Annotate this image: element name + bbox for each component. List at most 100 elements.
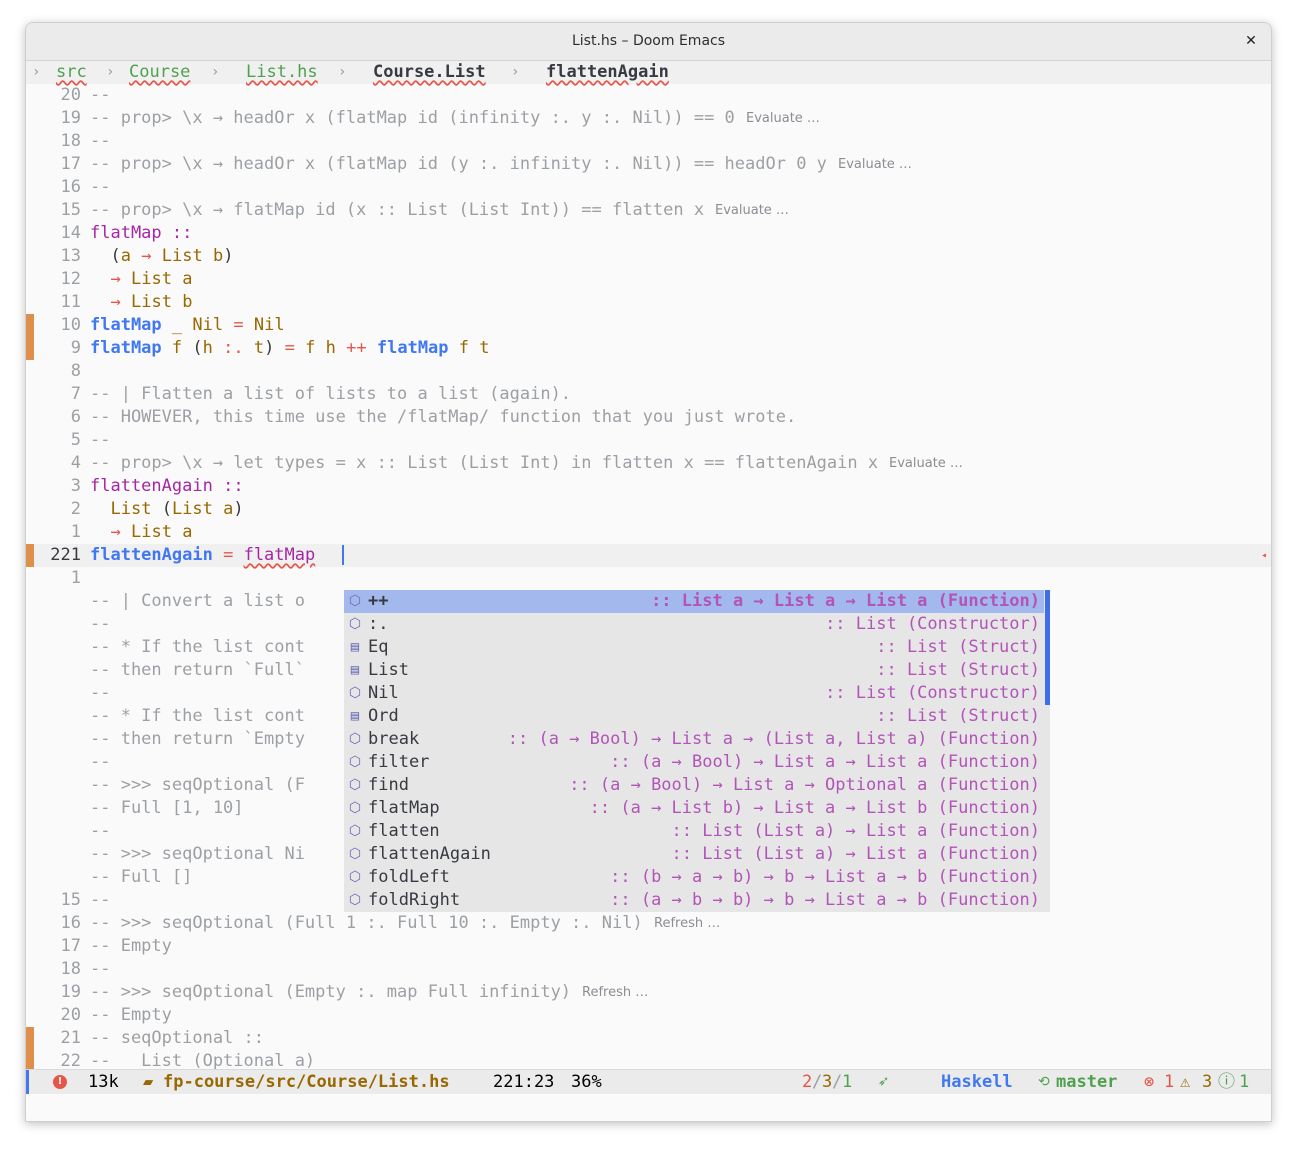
code-text[interactable]: (a → List b)	[90, 245, 233, 268]
code-text[interactable]: flatMap _ Nil = Nil	[90, 314, 285, 337]
code-line[interactable]: 19 -- >>> seqOptional (Empty :. map Full …	[26, 981, 1271, 1004]
code-text[interactable]: → List b	[90, 291, 192, 314]
completion-item[interactable]: ▤ List:: List (Struct)	[344, 659, 1044, 682]
current-line[interactable]: 221 flattenAgain = flatMap ◂	[26, 544, 1271, 567]
code-line[interactable]: 18 --	[26, 130, 1271, 153]
code-line[interactable]: 3 flattenAgain ::	[26, 475, 1271, 498]
code-text[interactable]: -- | Flatten a list of lists to a list (…	[90, 383, 571, 406]
completion-item[interactable]: ⬡ find:: (a → Bool) → List a → Optional a…	[344, 774, 1044, 797]
git-branch[interactable]: master	[1056, 1070, 1117, 1094]
code-text[interactable]: -- prop> \x → let types = x :: List (Lis…	[90, 452, 878, 475]
code-text[interactable]: --	[90, 130, 110, 153]
code-lens-action[interactable]: Evaluate …	[746, 107, 820, 130]
code-lens-action[interactable]: Refresh …	[654, 912, 720, 935]
code-text[interactable]: -- * If the list cont	[90, 636, 305, 659]
breadcrumb-module[interactable]: Course.List	[373, 61, 486, 84]
code-lens-action[interactable]: Evaluate …	[838, 153, 912, 176]
breadcrumb-course[interactable]: Course	[129, 61, 190, 84]
completion-item[interactable]: ⬡ foldRight:: (a → b → b) → b → List a → …	[344, 889, 1044, 912]
code-line[interactable]: 1 → List a	[26, 521, 1271, 544]
code-line[interactable]: 8	[26, 360, 1271, 383]
code-text[interactable]: --	[90, 751, 110, 774]
code-text[interactable]: --	[90, 84, 110, 107]
info-icon[interactable]: ⓘ	[1218, 1070, 1235, 1094]
code-text[interactable]: --	[90, 429, 110, 452]
code-line[interactable]: 13 (a → List b)	[26, 245, 1271, 268]
code-line[interactable]: 17 -- prop> \x → headOr x (flatMap id (y …	[26, 153, 1271, 176]
code-line[interactable]: 20 -- Empty	[26, 1004, 1271, 1027]
code-text[interactable]: flatMap f (h :. t) = f h ++ flatMap f t	[90, 337, 490, 360]
code-text[interactable]: flattenAgain ::	[90, 475, 244, 498]
code-text[interactable]: --	[90, 889, 110, 912]
code-text[interactable]: --	[90, 820, 110, 843]
code-text[interactable]: -- * If the list cont	[90, 705, 305, 728]
code-line[interactable]: 12 → List a	[26, 268, 1271, 291]
code-text[interactable]: -- >>> seqOptional (F	[90, 774, 305, 797]
code-text[interactable]: flattenAgain = flatMap	[90, 544, 315, 567]
completion-item[interactable]: ▤ Eq:: List (Struct)	[344, 636, 1044, 659]
buffer-file-path[interactable]: fp-course/src/Course/List.hs	[163, 1070, 450, 1094]
error-icon[interactable]: ⊗	[1144, 1070, 1154, 1094]
code-text[interactable]: -- then return `Empty	[90, 728, 305, 751]
completion-popup[interactable]: ⬡ ++:: List a → List a → List a (Function…	[344, 590, 1050, 912]
code-line[interactable]: 21 -- seqOptional ::	[26, 1027, 1271, 1050]
code-text[interactable]: -- prop> \x → headOr x (flatMap id (infi…	[90, 107, 735, 130]
major-mode[interactable]: Haskell	[941, 1070, 1013, 1094]
title-bar[interactable]: List.hs – Doom Emacs ✕	[26, 23, 1271, 61]
completion-item[interactable]: ⬡ Nil:: List (Constructor)	[344, 682, 1044, 705]
code-line[interactable]: 10 flatMap _ Nil = Nil	[26, 314, 1271, 337]
code-text[interactable]: → List a	[90, 521, 192, 544]
code-lens-action[interactable]: Refresh …	[582, 981, 648, 1004]
code-text[interactable]: -- Full [1, 10]	[90, 797, 244, 820]
code-line[interactable]: 18 --	[26, 958, 1271, 981]
code-line[interactable]: 1	[26, 567, 1271, 590]
code-text[interactable]: -- >>> seqOptional (Full 1 :. Full 10 :.…	[90, 912, 643, 935]
code-line[interactable]: 19 -- prop> \x → headOr x (flatMap id (in…	[26, 107, 1271, 130]
code-line[interactable]: 17 -- Empty	[26, 935, 1271, 958]
code-text[interactable]: -- prop> \x → flatMap id (x :: List (Lis…	[90, 199, 704, 222]
code-text[interactable]: List (List a)	[90, 498, 243, 521]
error-count[interactable]: 1	[1164, 1070, 1174, 1094]
code-text[interactable]: -- >>> seqOptional (Empty :. map Full in…	[90, 981, 571, 1004]
code-text[interactable]: --	[90, 682, 110, 705]
code-text[interactable]: --	[90, 613, 110, 636]
breadcrumb-file[interactable]: List.hs	[246, 61, 318, 84]
completion-item[interactable]: ⬡ flattenAgain:: List (List a) → List a (…	[344, 843, 1044, 866]
completion-item[interactable]: ⬡ filter:: (a → Bool) → List a → List a (…	[344, 751, 1044, 774]
code-line[interactable]: 2 List (List a)	[26, 498, 1271, 521]
code-lens-action[interactable]: Evaluate …	[889, 452, 963, 475]
code-text[interactable]: -- seqOptional ::	[90, 1027, 264, 1050]
close-button[interactable]: ✕	[1241, 31, 1261, 51]
code-text[interactable]: flatMap ::	[90, 222, 192, 245]
breadcrumb-src[interactable]: src	[56, 61, 87, 84]
code-line[interactable]: 16 -- >>> seqOptional (Full 1 :. Full 10 …	[26, 912, 1271, 935]
info-count[interactable]: 1	[1239, 1070, 1249, 1094]
code-text[interactable]: --	[90, 176, 110, 199]
completion-item[interactable]: ⬡:.:: List (Constructor)	[344, 613, 1044, 636]
completion-item[interactable]: ▤ Ord:: List (Struct)	[344, 705, 1044, 728]
completion-item[interactable]: ⬡ flatMap:: (a → List b) → List a → List …	[344, 797, 1044, 820]
code-line[interactable]: 14 flatMap ::	[26, 222, 1271, 245]
warning-count[interactable]: 3	[1202, 1070, 1212, 1094]
breadcrumb-symbol[interactable]: flattenAgain	[546, 61, 669, 84]
code-line[interactable]: 4 -- prop> \x → let types = x :: List (Li…	[26, 452, 1271, 475]
code-text[interactable]: → List a	[90, 268, 192, 291]
code-line[interactable]: 15 -- prop> \x → flatMap id (x :: List (L…	[26, 199, 1271, 222]
code-line[interactable]: 7 -- | Flatten a list of lists to a list …	[26, 383, 1271, 406]
code-line[interactable]: 20 --	[26, 84, 1271, 107]
completion-item[interactable]: ⬡ ++:: List a → List a → List a (Function…	[344, 590, 1044, 613]
minibuffer[interactable]	[26, 1094, 1271, 1121]
code-line[interactable]: 11 → List b	[26, 291, 1271, 314]
code-text[interactable]: --	[90, 958, 110, 981]
warning-icon[interactable]: ⚠	[1180, 1070, 1190, 1094]
code-line[interactable]: 16 --	[26, 176, 1271, 199]
editor-buffer[interactable]: 20 -- 19 -- prop> \x → headOr x (flatMap id…	[26, 84, 1271, 1073]
code-text[interactable]: -- then return `Full`	[90, 659, 305, 682]
code-text[interactable]: -- >>> seqOptional Ni	[90, 843, 305, 866]
completion-item[interactable]: ⬡ break:: (a → Bool) → List a → (List a, …	[344, 728, 1044, 751]
completion-item[interactable]: ⬡ flatten:: List (List a) → List a (Funct…	[344, 820, 1044, 843]
rocket-icon[interactable]: ➶	[878, 1070, 888, 1094]
code-text[interactable]: -- HOWEVER, this time use the /flatMap/ …	[90, 406, 796, 429]
code-text[interactable]: -- Empty	[90, 1004, 172, 1027]
completion-item[interactable]: ⬡ foldLeft:: (b → a → b) → b → List a → b…	[344, 866, 1044, 889]
